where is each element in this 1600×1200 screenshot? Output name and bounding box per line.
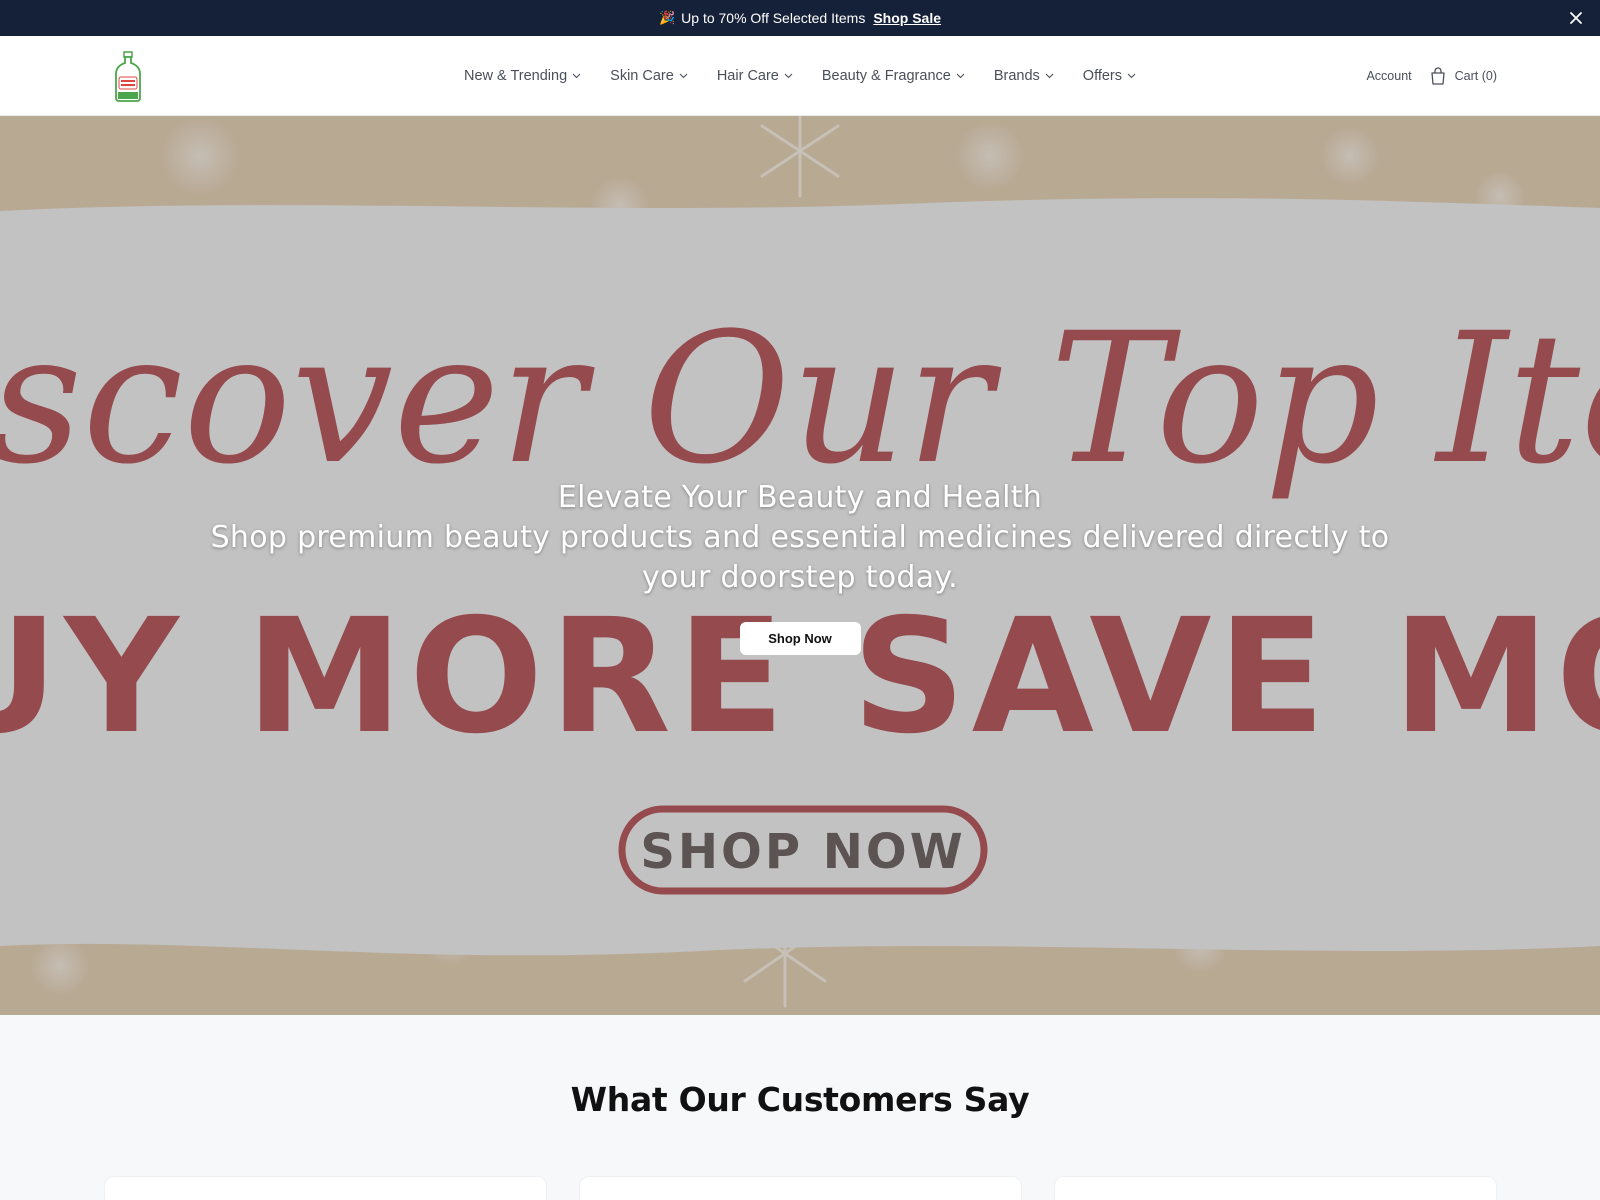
cart-button[interactable]: Cart (0)	[1430, 67, 1497, 85]
nav-label: Hair Care	[716, 68, 779, 84]
party-popper-icon: 🎉	[658, 10, 676, 25]
announcement-message: Up to 70% Off Selected Items	[681, 10, 866, 26]
testimonial-card	[104, 1176, 547, 1200]
nav-new-trending[interactable]: New & Trending	[464, 68, 581, 84]
close-icon[interactable]	[1566, 8, 1586, 28]
cart-label: Cart (0)	[1454, 69, 1497, 83]
testimonial-cards	[104, 1176, 1497, 1200]
bottle-logo-icon[interactable]	[113, 50, 143, 102]
chevron-down-icon	[572, 73, 581, 79]
site-header: New & Trending Skin Care Hair Care Beaut…	[0, 36, 1600, 116]
nav-hair-care[interactable]: Hair Care	[717, 68, 793, 84]
nav-label: Skin Care	[610, 68, 674, 84]
nav-label: Offers	[1082, 68, 1123, 84]
shopping-bag-icon	[1430, 67, 1445, 85]
hero-content: Elevate Your Beauty and Health Shop prem…	[0, 478, 1600, 655]
testimonial-card	[579, 1176, 1022, 1200]
chevron-down-icon	[1045, 73, 1054, 79]
nav-beauty-fragrance[interactable]: Beauty & Fragrance	[822, 68, 965, 84]
nav-skin-care[interactable]: Skin Care	[610, 68, 688, 84]
testimonial-card	[1054, 1176, 1497, 1200]
chevron-down-icon	[956, 73, 965, 79]
chevron-down-icon	[679, 73, 688, 79]
nav-offers[interactable]: Offers	[1083, 68, 1136, 84]
shop-now-button[interactable]: Shop Now	[739, 622, 861, 655]
testimonials-title: What Our Customers Say	[570, 1080, 1030, 1119]
account-link[interactable]: Account	[1366, 69, 1411, 83]
main-nav: New & Trending Skin Care Hair Care Beaut…	[0, 36, 1600, 116]
chevron-down-icon	[1127, 73, 1136, 79]
hero-banner: scover Our Top Ite UY MORE SAVE MO SHOP …	[0, 116, 1600, 1015]
header-actions: Account Cart (0)	[1366, 36, 1497, 116]
announcement-bar: 🎉 Up to 70% Off Selected Items Shop Sale	[0, 0, 1600, 36]
chevron-down-icon	[784, 73, 793, 79]
shop-sale-link[interactable]: Shop Sale	[873, 10, 941, 26]
nav-label: Brands	[993, 68, 1040, 84]
nav-label: New & Trending	[463, 68, 568, 84]
nav-brands[interactable]: Brands	[994, 68, 1054, 84]
hero-subtitle: Shop premium beauty products and essenti…	[210, 520, 1390, 595]
hero-title: Elevate Your Beauty and Health	[557, 480, 1043, 515]
nav-label: Beauty & Fragrance	[821, 68, 951, 84]
